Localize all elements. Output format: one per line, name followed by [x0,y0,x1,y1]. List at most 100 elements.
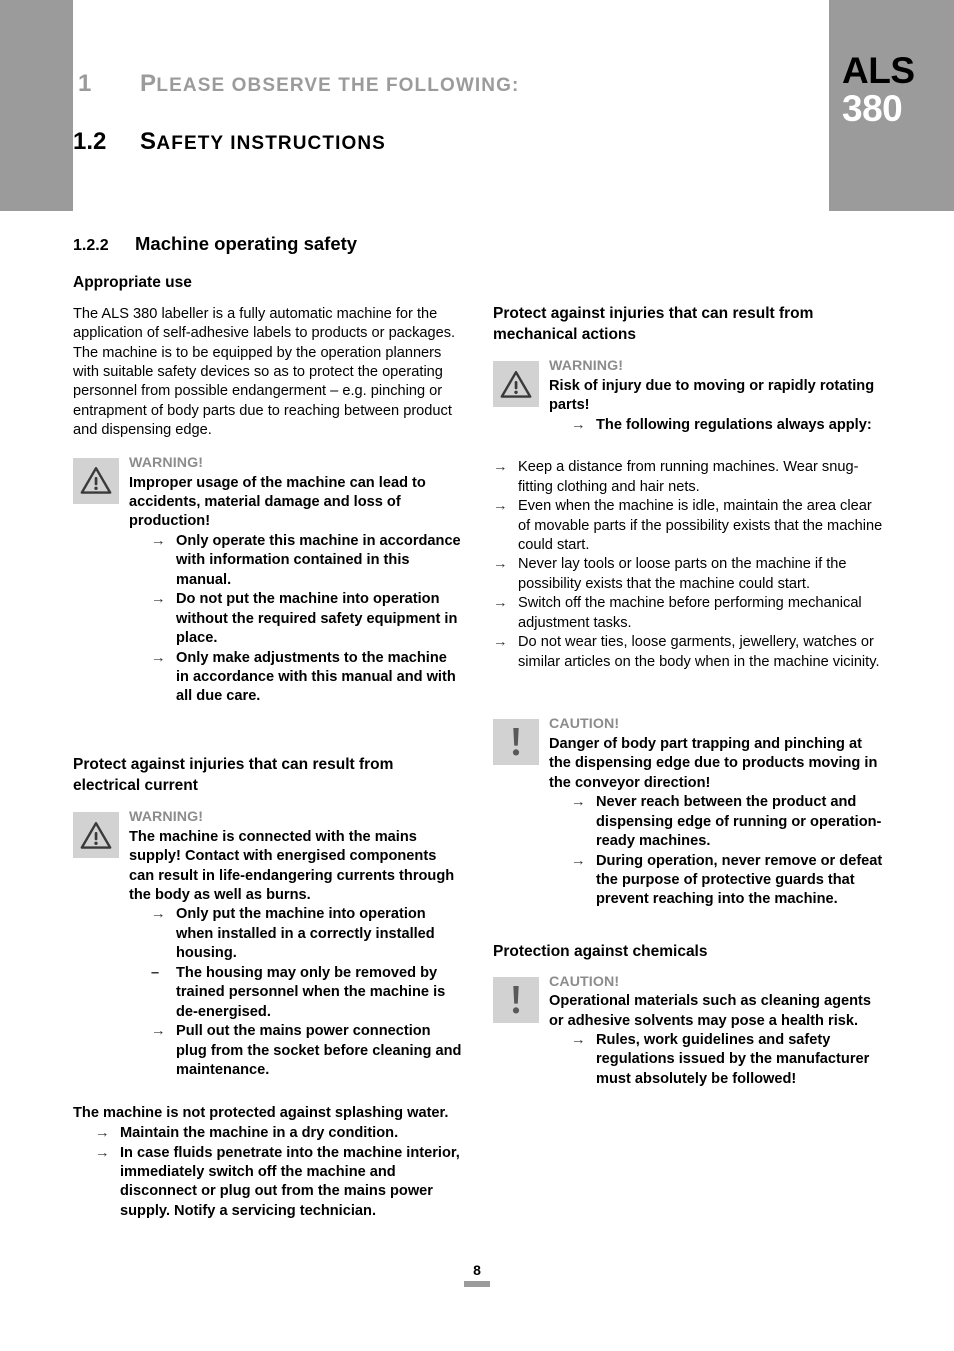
list-item-text: The following regulations always apply: [596,416,872,433]
list-item: → Never lay tools or loose parts on the m… [493,555,883,594]
arrow-marker: → [571,794,586,811]
exclamation-icon [493,976,539,1023]
list-item: – The housing may only be removed by trai… [151,964,463,1022]
chapter-number: 1 [78,70,92,97]
subsection-heading: 1.2.2 Machine operating safety [73,232,463,256]
arrow-marker: → [493,595,508,612]
arrow-marker: → [95,1144,110,1161]
list-item-text: During operation, never remove or defeat… [596,852,883,908]
caution-label: CAUTION! [549,716,620,733]
list-item-text: Never reach between the product and disp… [596,794,882,850]
header-left-gray-block [0,0,73,211]
list-item: → Only operate this machine in accordance… [151,532,463,590]
splashing-water-lead: The machine is not protected against spl… [73,1104,449,1121]
caution-body: Danger of body part trapping and pinchin… [549,735,878,791]
heading-mechanical-actions: Protect against injuries that can result… [493,305,814,343]
list-item-text: Even when the machine is idle, maintain … [518,498,883,553]
list-item: → Even when the machine is idle, maintain… [493,497,883,555]
arrow-marker: → [493,556,508,573]
heading-chemicals: Protection against chemicals [493,942,708,960]
arrow-marker: → [571,1031,586,1048]
caution-pinching: CAUTION! Danger of body part trapping an… [493,716,883,910]
list-item-text: Switch off the machine before performing… [518,595,862,631]
arrow-marker: → [151,532,166,549]
arrow-marker: → [571,416,586,433]
warning-body: The machine is connected with the mains … [129,828,455,903]
warning-improper-use-list: → Only operate this machine in accordance… [151,532,463,707]
mechanical-precautions-list: → Keep a distance from running machines. … [493,458,883,672]
warning-improper-use: WARNING! Improper usage of the machine c… [73,455,463,707]
page-footer: 8 [0,1263,954,1287]
list-item: → During operation, never remove or defea… [571,852,883,910]
right-column: Protect against injuries that can result… [493,304,883,1103]
chapter-heading: 1 Please observe the following: [78,70,798,98]
left-column: 1.2.2 Machine operating safety Appropriat… [73,232,463,1221]
list-item-text: Maintain the machine in a dry condition. [120,1125,399,1142]
list-item-text: Only make adjustments to the machine in … [176,649,456,705]
list-item: → In case fluids penetrate into the machi… [95,1144,463,1222]
section-number: 1.2 [73,128,107,155]
list-item: → Only make adjustments to the machine in… [151,649,463,707]
list-item: → Rules, work guidelines and safety regul… [571,1031,883,1089]
list-item-text: Only operate this machine in accordance … [176,532,461,588]
exclamation-icon [493,719,539,766]
arrow-marker: → [151,649,166,666]
warning-body: Improper usage of the machine can lead t… [129,474,426,530]
list-item-text: Pull out the mains power connection plug… [176,1023,462,1079]
dash-marker: – [151,964,160,981]
list-item: → Keep a distance from running machines. … [493,458,883,497]
list-item: → Maintain the machine in a dry condition… [95,1124,463,1143]
list-item-text: Do not wear ties, loose garments, jewell… [518,634,880,670]
caution-body: Operational materials such as cleaning a… [549,993,871,1029]
warning-electrical-list: → Only put the machine into operation whe… [151,905,463,1080]
arrow-marker: → [493,634,508,651]
subsection-title: Machine operating safety [135,233,358,254]
chapter-title: Please observe the following: [140,70,520,97]
arrow-marker: → [151,1023,166,1040]
splashing-water-list: → Maintain the machine in a dry condition… [95,1124,463,1221]
product-brand: ALS 380 [829,52,954,127]
warning-electrical: WARNING! The machine is connected with t… [73,809,463,1080]
arrow-marker: → [151,906,166,923]
page-header: 1 Please observe the following: 1.2 Safety… [0,0,954,211]
warning-label: WARNING! [549,358,624,375]
caution-pinching-list: → Never reach between the product and dis… [571,793,883,910]
page-number-rule [464,1281,490,1287]
list-item: → Only put the machine into operation whe… [151,905,463,963]
page-number: 8 [473,1262,481,1278]
arrow-marker: → [151,591,166,608]
list-item-text: In case fluids penetrate into the machin… [120,1144,460,1219]
section-title: Safety instructions [140,128,386,155]
warning-label: WARNING! [129,809,204,826]
warning-body: Risk of injury due to moving or rapidly … [549,377,875,414]
arrow-marker: → [95,1125,110,1142]
warning-triangle-icon [73,812,119,859]
list-item-text: Do not put the machine into operation wi… [176,591,458,647]
arrow-marker: → [493,498,508,515]
list-item: → Do not wear ties, loose garments, jewel… [493,633,883,672]
warning-triangle-icon [73,457,119,504]
heading-appropriate-use: Appropriate use [73,274,192,291]
warning-triangle-icon [493,361,539,408]
intro-paragraph: The ALS 380 labeller is a fully automati… [73,305,456,439]
arrow-marker: → [493,459,508,476]
warning-mechanical-list: → The following regulations always apply: [571,416,883,435]
caution-chemicals-list: → Rules, work guidelines and safety regul… [571,1031,883,1089]
warning-label: WARNING! [129,454,204,471]
caution-chemicals: CAUTION! Operational materials such as c… [493,974,883,1090]
caution-label: CAUTION! [549,973,620,990]
list-item-text: The housing may only be removed by train… [176,964,446,1020]
brand-name: ALS [842,50,915,91]
list-item: → Never reach between the product and dis… [571,793,883,851]
section-heading: 1.2 Safety instructions [73,128,793,156]
list-item-text: Keep a distance from running machines. W… [518,459,859,495]
heading-electrical-current: Protect against injuries that can result… [73,755,394,794]
list-item: → Do not put the machine into operation w… [151,590,463,648]
list-item: → The following regulations always apply: [571,416,883,435]
list-item: → Pull out the mains power connection plu… [151,1022,463,1080]
